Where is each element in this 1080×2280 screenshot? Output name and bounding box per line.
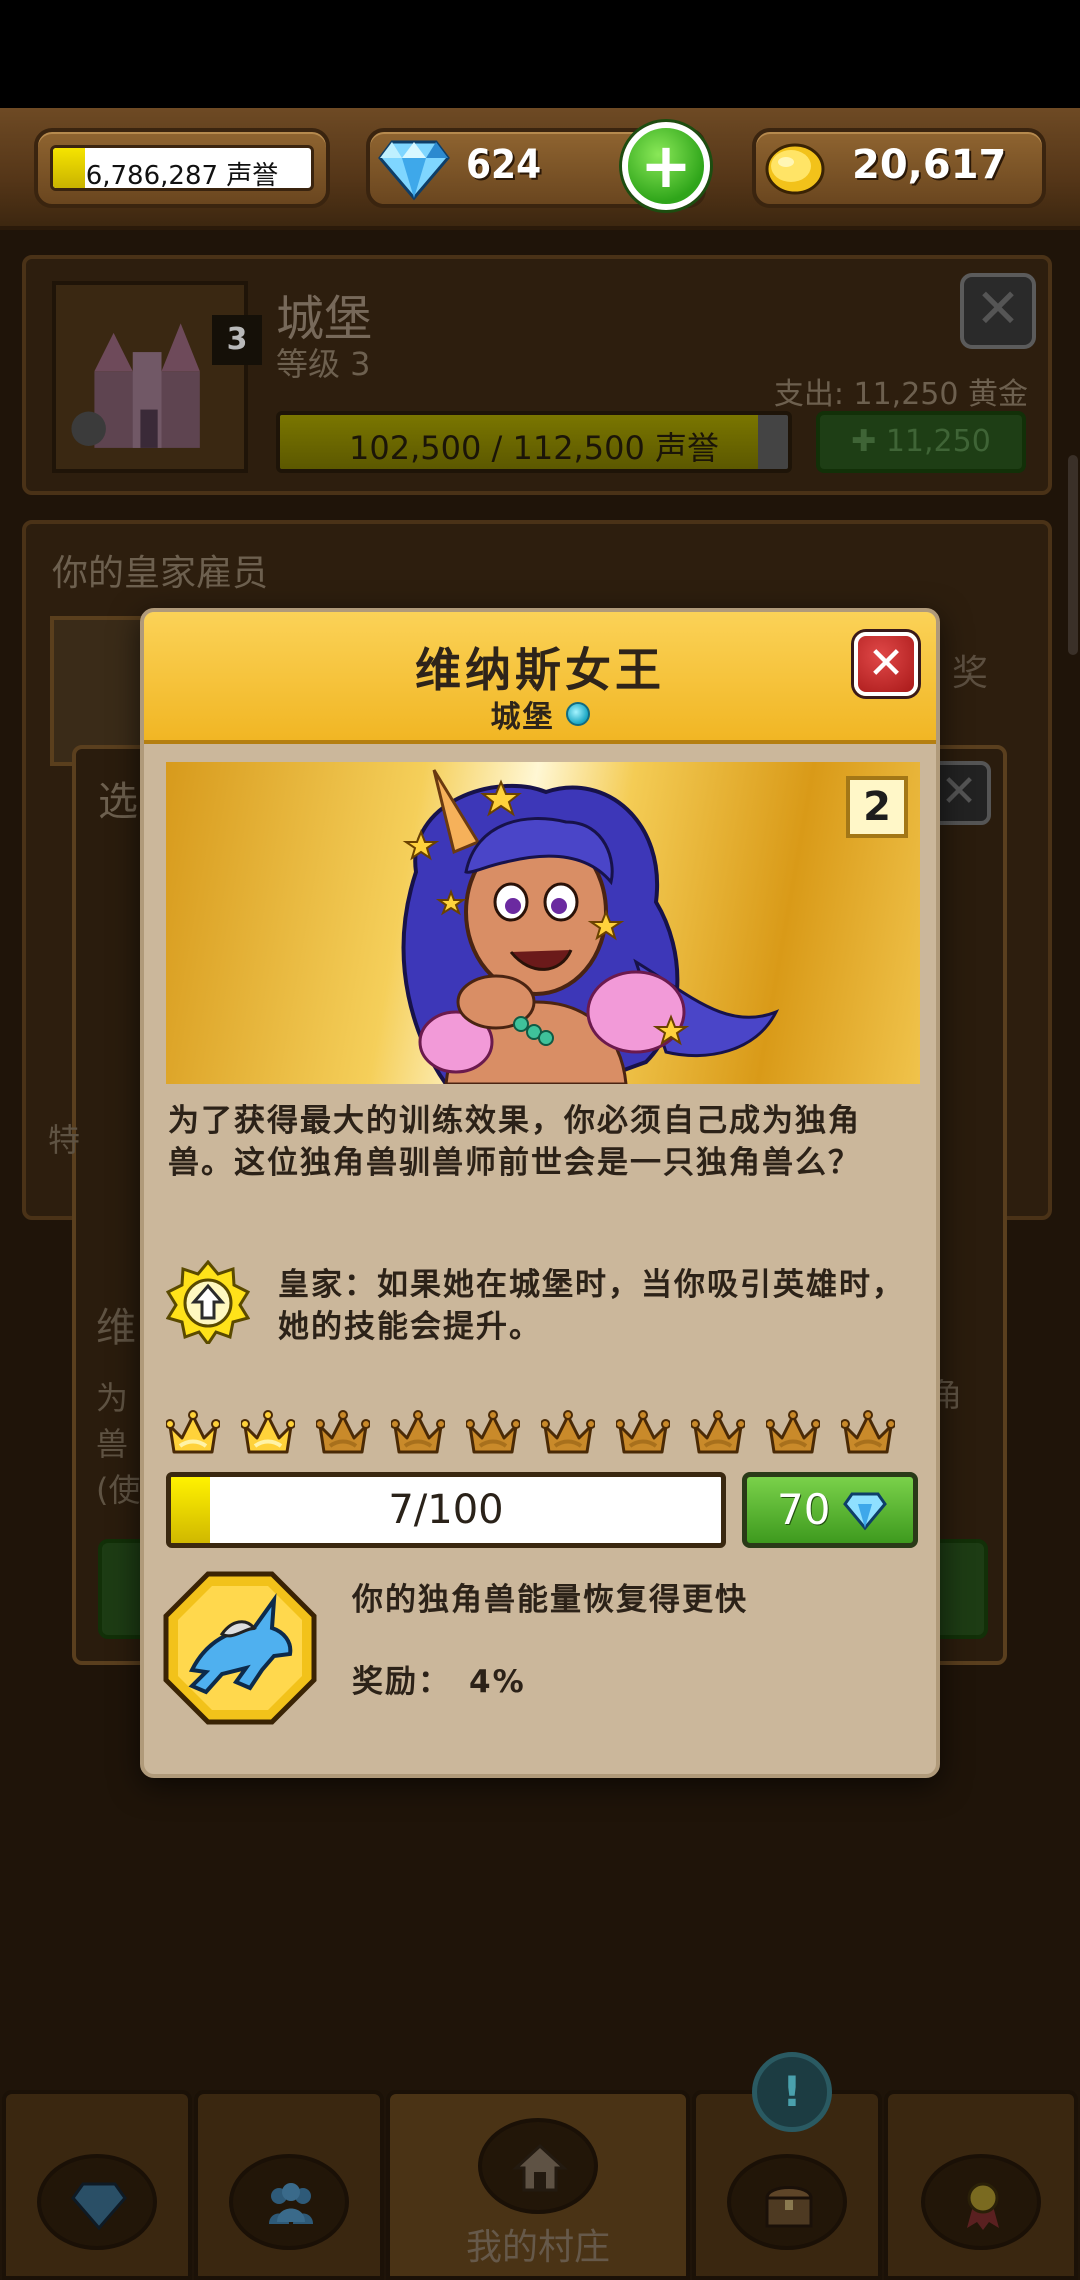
resource-bar: 6,786,287 声誉 624 20,617 <box>0 108 1080 230</box>
nav-icon-holder <box>727 2154 847 2250</box>
bottom-navigation: 我的村庄 <box>0 2090 1080 2280</box>
castle-panel: 3 城堡 等级 3 支出: 11,250 黄金 ✕ 102,500 / 112,… <box>22 255 1052 495</box>
house-icon <box>512 2143 568 2192</box>
people-icon <box>269 2183 313 2224</box>
crown-empty-icon <box>616 1410 670 1454</box>
staff-panel-partial-text: 奖 <box>951 653 988 694</box>
crown-earned-icon <box>241 1410 295 1454</box>
fame-counter: 6,786,287 声誉 <box>34 128 330 208</box>
hero-building: 城堡 <box>144 692 936 736</box>
diamond-icon <box>843 1492 887 1531</box>
nav-icon-holder <box>229 2154 349 2250</box>
plus-icon: + <box>640 129 692 202</box>
castle-level: 等级 3 <box>276 345 371 383</box>
fame-value: 6,786,287 声誉 <box>85 161 279 191</box>
castle-thumbnail: 3 <box>52 281 262 473</box>
medal-icon <box>967 2182 999 2230</box>
nav-tab-awards[interactable] <box>884 2090 1078 2280</box>
hero-name: 维纳斯女王 <box>415 643 665 697</box>
scrollbar[interactable] <box>1068 455 1078 655</box>
upgrade-cost-label: 11,250 <box>885 424 991 459</box>
staff-panel-title: 你的皇家雇员 <box>52 553 269 594</box>
crown-earned-icon <box>166 1410 220 1454</box>
staff-card[interactable] <box>50 616 150 766</box>
buy-price: 70 <box>777 1485 831 1534</box>
nav-tab-gems[interactable] <box>2 2090 192 2280</box>
hero-rank-badge: 2 <box>846 776 908 838</box>
castle-upgrade-cost: 支出: 11,250 黄金 <box>773 377 1028 412</box>
buy-training-button[interactable]: 70 <box>742 1472 918 1548</box>
training-progress-text: 7/100 <box>388 1487 504 1533</box>
alert-badge[interactable]: ! <box>752 2052 832 2132</box>
select-panel-title: 选 <box>98 779 138 825</box>
side-partial-text: 特 <box>48 1121 81 1159</box>
diamond-icon <box>378 140 450 201</box>
castle-progress-text: 102,500 / 112,500 声誉 <box>349 429 719 467</box>
nav-icon-holder <box>478 2118 598 2214</box>
building-indicator-icon <box>565 702 590 726</box>
side-partial-text: 为 兽 (使 <box>96 1379 141 1509</box>
castle-close-button[interactable]: ✕ <box>960 273 1036 349</box>
dialog-header: 维纳斯女王 城堡 ✕ <box>144 612 936 744</box>
hero-portrait: 2 <box>166 762 920 1084</box>
crown-empty-icon <box>541 1410 595 1454</box>
royal-ability-text: 皇家：如果她在城堡时，当你吸引英雄时，她的技能会提升。 <box>278 1267 905 1345</box>
hero-portrait-image <box>401 769 780 1084</box>
nav-village-label: 我的村庄 <box>465 2227 610 2268</box>
plus-icon: ✚ <box>851 424 886 459</box>
level-up-arrow-icon <box>166 1260 250 1344</box>
nav-tab-village[interactable]: 我的村庄 <box>386 2090 690 2280</box>
hero-detail-dialog: 维纳斯女王 城堡 ✕ 2 为了获得最大的训练效果，你必须自己成为独角兽。这位独角… <box>140 608 940 1778</box>
castle-upgrade-button[interactable]: ✚ 11,250 <box>816 411 1026 473</box>
reward-value: 4% <box>469 1664 526 1700</box>
crown-empty-icon <box>766 1410 820 1454</box>
crown-empty-icon <box>316 1410 370 1454</box>
castle-progress-bar: 102,500 / 112,500 声誉 <box>276 411 792 473</box>
crown-empty-icon <box>391 1410 445 1454</box>
skill-description: 你的独角兽能量恢复得更快 <box>352 1582 748 1618</box>
dialog-close-button[interactable]: ✕ <box>854 632 918 696</box>
training-progress-bar: 7/100 <box>166 1472 726 1548</box>
status-bar-area <box>0 0 1080 108</box>
add-gems-button[interactable]: + <box>622 122 710 210</box>
diamond-icon <box>71 2182 127 2231</box>
fame-box: 6,786,287 声誉 <box>50 145 314 191</box>
nav-icon-holder <box>37 2154 157 2250</box>
reward-label: 奖励： <box>352 1664 451 1700</box>
treasure-chest-icon <box>765 2186 813 2228</box>
nav-icon-holder <box>921 2154 1041 2250</box>
unicorn-skill-icon <box>163 1571 317 1725</box>
gold-value: 20,617 <box>852 142 1007 188</box>
crown-rating <box>166 1410 926 1462</box>
crown-empty-icon <box>466 1410 520 1454</box>
crown-empty-icon <box>841 1410 895 1454</box>
gem-value: 624 <box>466 142 542 188</box>
castle-image <box>71 323 200 448</box>
castle-level-badge: 3 <box>212 315 262 365</box>
gold-coin-icon <box>765 143 825 195</box>
hero-description: 为了获得最大的训练效果，你必须自己成为独角兽。这位独角兽驯兽师前世会是一只独角兽… <box>168 1103 861 1181</box>
crown-empty-icon <box>691 1410 745 1454</box>
building-name: 城堡 <box>490 700 555 735</box>
close-icon: ✕ <box>867 638 905 689</box>
nav-tab-heroes[interactable] <box>194 2090 384 2280</box>
side-partial-text: 维 <box>96 1305 136 1351</box>
gold-counter: 20,617 <box>752 128 1046 208</box>
reward-row: 奖励： 4% <box>352 1656 526 1701</box>
